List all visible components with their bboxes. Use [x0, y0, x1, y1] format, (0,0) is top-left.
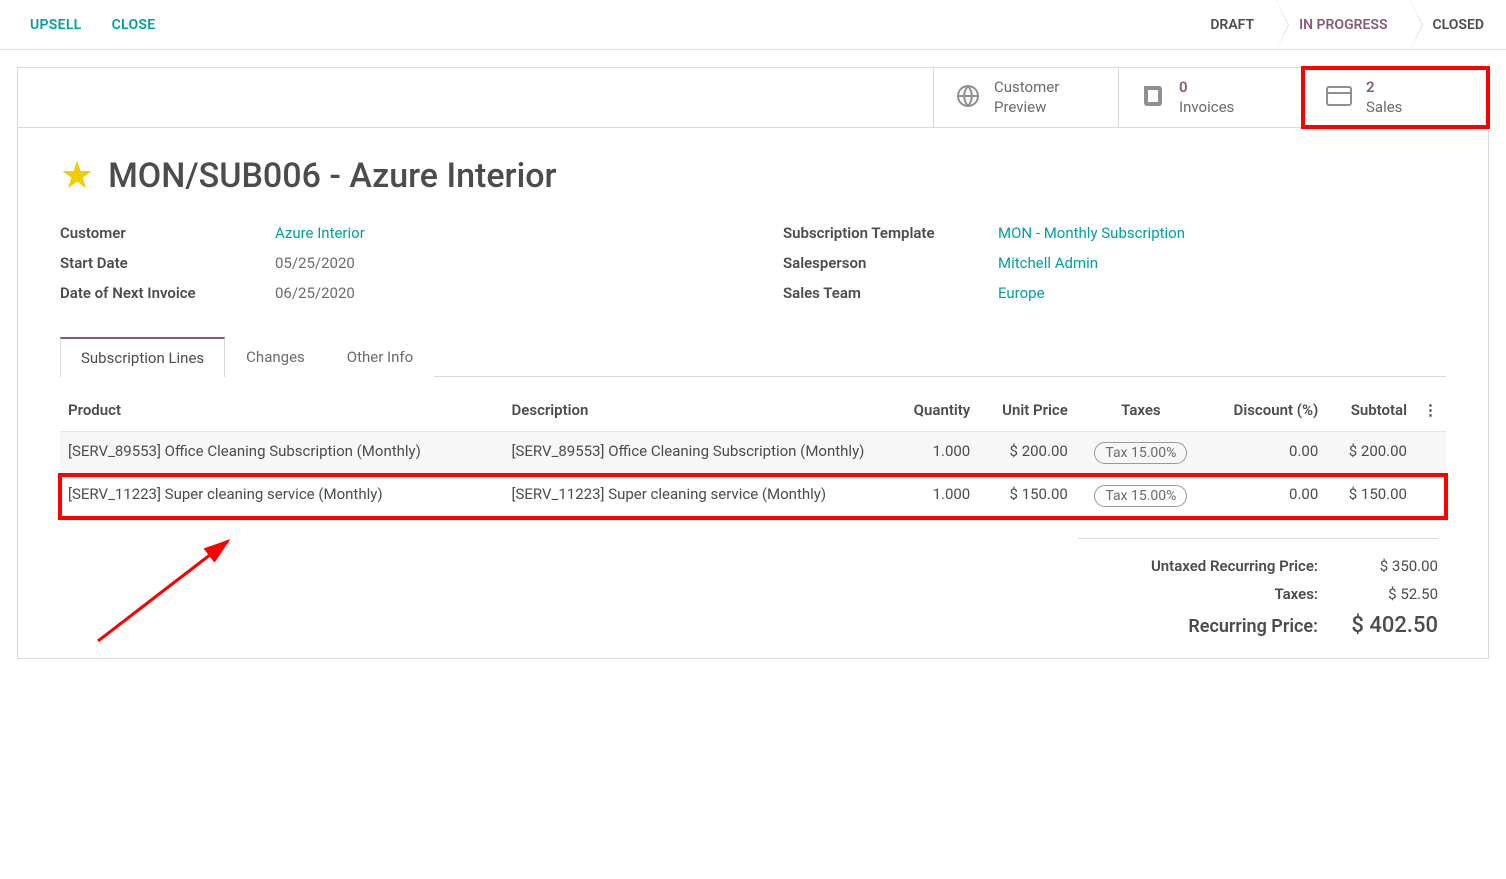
- customer-link[interactable]: Azure Interior: [275, 224, 365, 242]
- cell-description: [SERV_89553] Office Cleaning Subscriptio…: [504, 432, 892, 475]
- cell-subtotal: $ 150.00: [1326, 475, 1415, 518]
- col-description[interactable]: Description: [504, 391, 892, 432]
- field-value: 05/25/2020: [275, 254, 355, 272]
- cell-discount: 0.00: [1206, 432, 1326, 475]
- fields-right: Subscription Template MON - Monthly Subs…: [783, 224, 1446, 302]
- total-label: Recurring Price:: [1078, 616, 1318, 637]
- total-taxes: Taxes: $ 52.50: [1078, 585, 1438, 603]
- form-sheet: Customer Preview 0 Invoices 2 Sales ★ M: [17, 67, 1489, 659]
- stat-label: Customer: [994, 78, 1059, 98]
- cell-discount: 0.00: [1206, 475, 1326, 518]
- total-value: $ 350.00: [1348, 557, 1438, 575]
- cell-product: [SERV_89553] Office Cleaning Subscriptio…: [60, 432, 504, 475]
- field-label: Salesperson: [783, 254, 998, 272]
- stage-closed[interactable]: CLOSED: [1410, 0, 1506, 49]
- invoices-button[interactable]: 0 Invoices: [1118, 68, 1303, 127]
- field-label: Start Date: [60, 254, 275, 272]
- table-wrap: Product Description Quantity Unit Price …: [18, 391, 1488, 518]
- field-template: Subscription Template MON - Monthly Subs…: [783, 224, 1446, 242]
- cell-qty: 1.000: [892, 432, 979, 475]
- field-label: Date of Next Invoice: [60, 284, 275, 302]
- stage-in-progress[interactable]: IN PROGRESS: [1276, 0, 1409, 49]
- customer-preview-button[interactable]: Customer Preview: [933, 68, 1118, 127]
- field-value: 06/25/2020: [275, 284, 355, 302]
- invoices-count: 0: [1179, 78, 1234, 98]
- col-subtotal[interactable]: Subtotal: [1326, 391, 1415, 432]
- stat-buttons: Customer Preview 0 Invoices 2 Sales: [18, 68, 1488, 128]
- totals: Untaxed Recurring Price: $ 350.00 Taxes:…: [18, 518, 1488, 638]
- total-label: Taxes:: [1078, 585, 1318, 603]
- cell-qty: 1.000: [892, 475, 979, 518]
- field-label: Sales Team: [783, 284, 998, 302]
- stat-label: Sales: [1366, 98, 1402, 118]
- total-recurring: Recurring Price: $ 402.50: [1078, 613, 1438, 638]
- cell-unit-price: $ 200.00: [978, 432, 1076, 475]
- col-taxes[interactable]: Taxes: [1076, 391, 1206, 432]
- stat-label: Preview: [994, 98, 1059, 118]
- sales-count: 2: [1366, 78, 1402, 98]
- tabs: Subscription Lines Changes Other Info: [60, 336, 1446, 377]
- table-row[interactable]: [SERV_11223] Super cleaning service (Mon…: [60, 475, 1446, 518]
- total-untaxed: Untaxed Recurring Price: $ 350.00: [1078, 557, 1438, 575]
- salesperson-link[interactable]: Mitchell Admin: [998, 254, 1098, 272]
- topbar: UPSELL CLOSE DRAFT IN PROGRESS CLOSED: [0, 0, 1506, 50]
- total-value: $ 402.50: [1348, 613, 1438, 638]
- field-sales-team: Sales Team Europe: [783, 284, 1446, 302]
- total-label: Untaxed Recurring Price:: [1078, 557, 1318, 575]
- tab-other-info[interactable]: Other Info: [326, 337, 434, 377]
- card-icon: [1326, 86, 1352, 110]
- template-link[interactable]: MON - Monthly Subscription: [998, 224, 1185, 242]
- cell-product: [SERV_11223] Super cleaning service (Mon…: [60, 475, 504, 518]
- fields-left: Customer Azure Interior Start Date 05/25…: [60, 224, 723, 302]
- cell-unit-price: $ 150.00: [978, 475, 1076, 518]
- upsell-button[interactable]: UPSELL: [30, 17, 82, 33]
- tax-pill: Tax 15.00%: [1094, 442, 1187, 464]
- tab-subscription-lines[interactable]: Subscription Lines: [60, 337, 225, 377]
- tax-pill: Tax 15.00%: [1094, 485, 1187, 507]
- cell-subtotal: $ 200.00: [1326, 432, 1415, 475]
- total-value: $ 52.50: [1348, 585, 1438, 603]
- globe-icon: [956, 84, 980, 112]
- col-product[interactable]: Product: [60, 391, 504, 432]
- sales-button[interactable]: 2 Sales: [1303, 68, 1488, 127]
- field-start-date: Start Date 05/25/2020: [60, 254, 723, 272]
- col-unit-price[interactable]: Unit Price: [978, 391, 1076, 432]
- form-fields: Customer Azure Interior Start Date 05/25…: [18, 206, 1488, 310]
- field-label: Customer: [60, 224, 275, 242]
- field-salesperson: Salesperson Mitchell Admin: [783, 254, 1446, 272]
- stage-draft[interactable]: DRAFT: [1188, 0, 1276, 49]
- stat-label: Invoices: [1179, 98, 1234, 118]
- page-title: MON/SUB006 - Azure Interior: [108, 156, 556, 196]
- sales-team-link[interactable]: Europe: [998, 284, 1045, 302]
- favorite-star-icon[interactable]: ★: [60, 157, 94, 195]
- field-label: Subscription Template: [783, 224, 998, 242]
- topbar-actions: UPSELL CLOSE: [30, 0, 155, 49]
- col-discount[interactable]: Discount (%): [1206, 391, 1326, 432]
- book-icon: [1141, 84, 1165, 112]
- cell-description: [SERV_11223] Super cleaning service (Mon…: [504, 475, 892, 518]
- field-next-invoice: Date of Next Invoice 06/25/2020: [60, 284, 723, 302]
- title-row: ★ MON/SUB006 - Azure Interior: [18, 128, 1488, 206]
- column-options-icon[interactable]: ⋮: [1415, 391, 1446, 432]
- col-qty[interactable]: Quantity: [892, 391, 979, 432]
- table-row[interactable]: [SERV_89553] Office Cleaning Subscriptio…: [60, 432, 1446, 475]
- close-button[interactable]: CLOSE: [112, 17, 156, 33]
- status-stages: DRAFT IN PROGRESS CLOSED: [1188, 0, 1506, 49]
- field-customer: Customer Azure Interior: [60, 224, 723, 242]
- tab-changes[interactable]: Changes: [225, 337, 326, 377]
- subscription-lines-table: Product Description Quantity Unit Price …: [60, 391, 1446, 518]
